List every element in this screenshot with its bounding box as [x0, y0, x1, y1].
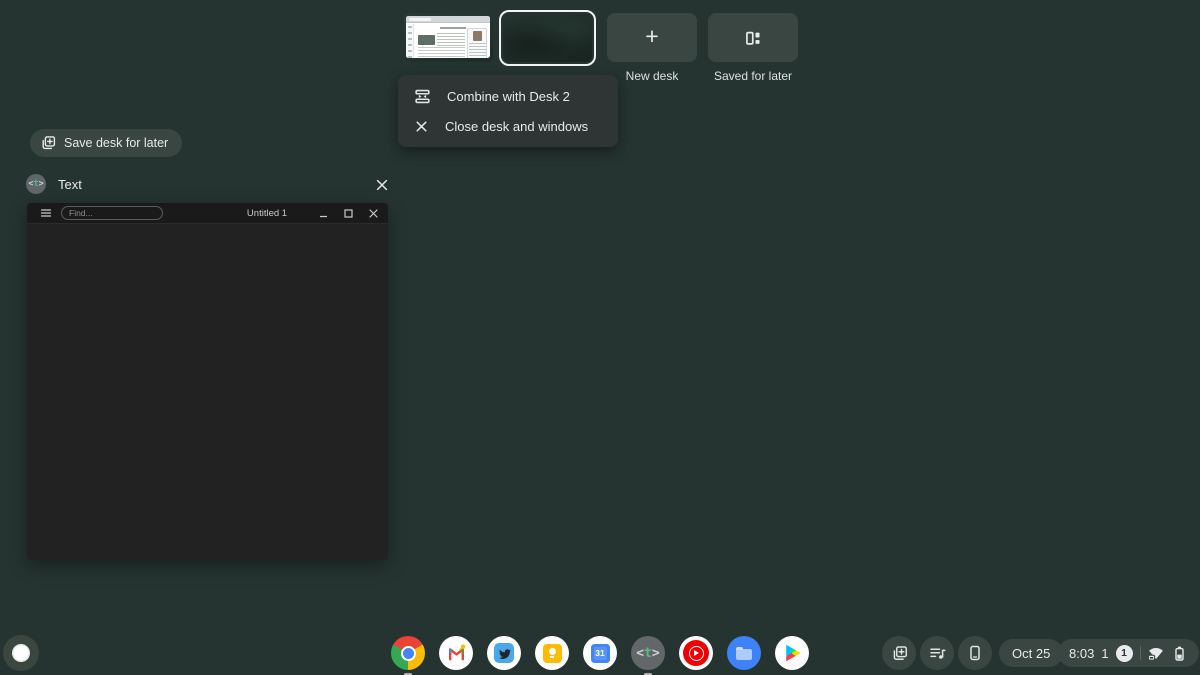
shelf-icon-files[interactable]: [727, 636, 761, 670]
close-icon: [416, 120, 427, 132]
minimize-button[interactable]: [318, 208, 328, 218]
maximize-button[interactable]: [343, 208, 353, 218]
chromeos-overview-screen: + New desk Saved for later Combine with …: [0, 0, 1200, 675]
overview-window-title: Text: [58, 177, 82, 192]
save-desk-label: Save desk for later: [64, 136, 169, 150]
phone-hub-button[interactable]: [958, 636, 992, 670]
date-pill[interactable]: Oct 25: [999, 639, 1064, 667]
youtube-music-icon: [683, 640, 709, 666]
launcher-button[interactable]: [3, 635, 39, 671]
plus-icon: +: [645, 23, 659, 49]
notification-counter-badge: 1: [1115, 644, 1133, 662]
desk-1-thumbnail[interactable]: [403, 13, 493, 62]
media-queue-icon: [930, 648, 946, 659]
menu-hamburger-icon[interactable]: [40, 207, 52, 219]
shelf-app-row: 31 < t >: [391, 636, 809, 670]
shelf-icon-gmail[interactable]: [439, 636, 473, 670]
desk-1-browser-preview: [406, 16, 490, 58]
desk-2-wallpaper-preview: [503, 14, 592, 62]
saved-for-later-button[interactable]: [708, 13, 798, 62]
date-label: Oct 25: [1012, 645, 1051, 661]
saved-for-later-label: Saved for later: [713, 69, 793, 83]
menu-item-close-label: Close desk and windows: [445, 118, 589, 134]
combine-desks-icon: [415, 89, 430, 103]
desks-icon: [893, 645, 907, 660]
play-store-icon: [786, 644, 801, 662]
save-desk-icon: [42, 136, 56, 150]
shelf-icon-text-app[interactable]: < t >: [631, 636, 665, 670]
new-desk-button[interactable]: +: [607, 13, 697, 62]
text-app-icon: < t >: [26, 174, 46, 194]
status-indicator-digit: 1: [1101, 645, 1109, 661]
twitter-icon: [494, 643, 514, 663]
desk-2-thumbnail-active[interactable]: [499, 10, 596, 66]
close-icon: [376, 179, 388, 191]
shelf-icon-youtube-music[interactable]: [679, 636, 713, 670]
text-editor-body: [27, 224, 388, 559]
text-window-preview[interactable]: Untitled 1: [27, 203, 388, 560]
shelf-icon-chrome[interactable]: [391, 636, 425, 670]
media-controls-button[interactable]: [920, 636, 954, 670]
phone-icon: [970, 645, 980, 661]
shelf-icon-twitter[interactable]: [487, 636, 521, 670]
shelf-icon-keep[interactable]: [535, 636, 569, 670]
text-window-titlebar: Untitled 1: [27, 203, 388, 224]
menu-item-combine-label: Combine with Desk 2: [447, 88, 570, 104]
window-controls: [318, 208, 378, 218]
save-desk-for-later-button[interactable]: Save desk for later: [30, 129, 183, 157]
tray-divider: [1139, 646, 1141, 660]
menu-item-combine-desks[interactable]: Combine with Desk 2: [398, 81, 618, 111]
overview-window-close-button[interactable]: [372, 175, 392, 195]
wifi-icon: [1147, 648, 1163, 661]
launcher-icon: [12, 644, 30, 662]
menu-item-close-desk[interactable]: Close desk and windows: [398, 111, 618, 141]
shelf-icon-calendar[interactable]: 31: [583, 636, 617, 670]
desks-tray-button[interactable]: [882, 636, 916, 670]
close-button[interactable]: [368, 208, 378, 218]
gmail-icon: [448, 643, 465, 660]
chrome-logo-center: [400, 645, 416, 661]
calendar-day-number: 31: [593, 646, 607, 660]
battery-icon: [1174, 646, 1184, 661]
files-folder-icon: [736, 646, 752, 660]
find-input[interactable]: [61, 206, 163, 220]
desk-context-menu: Combine with Desk 2 Close desk and windo…: [398, 75, 618, 147]
calendar-icon: 31: [590, 643, 610, 663]
shelf-icon-play-store[interactable]: [775, 636, 809, 670]
new-desk-label: New desk: [625, 69, 679, 83]
status-tray[interactable]: 8:03 1 1: [1058, 639, 1199, 667]
desks-library-icon: [746, 31, 760, 45]
keep-icon: [542, 643, 562, 663]
clock-label: 8:03: [1069, 645, 1095, 661]
